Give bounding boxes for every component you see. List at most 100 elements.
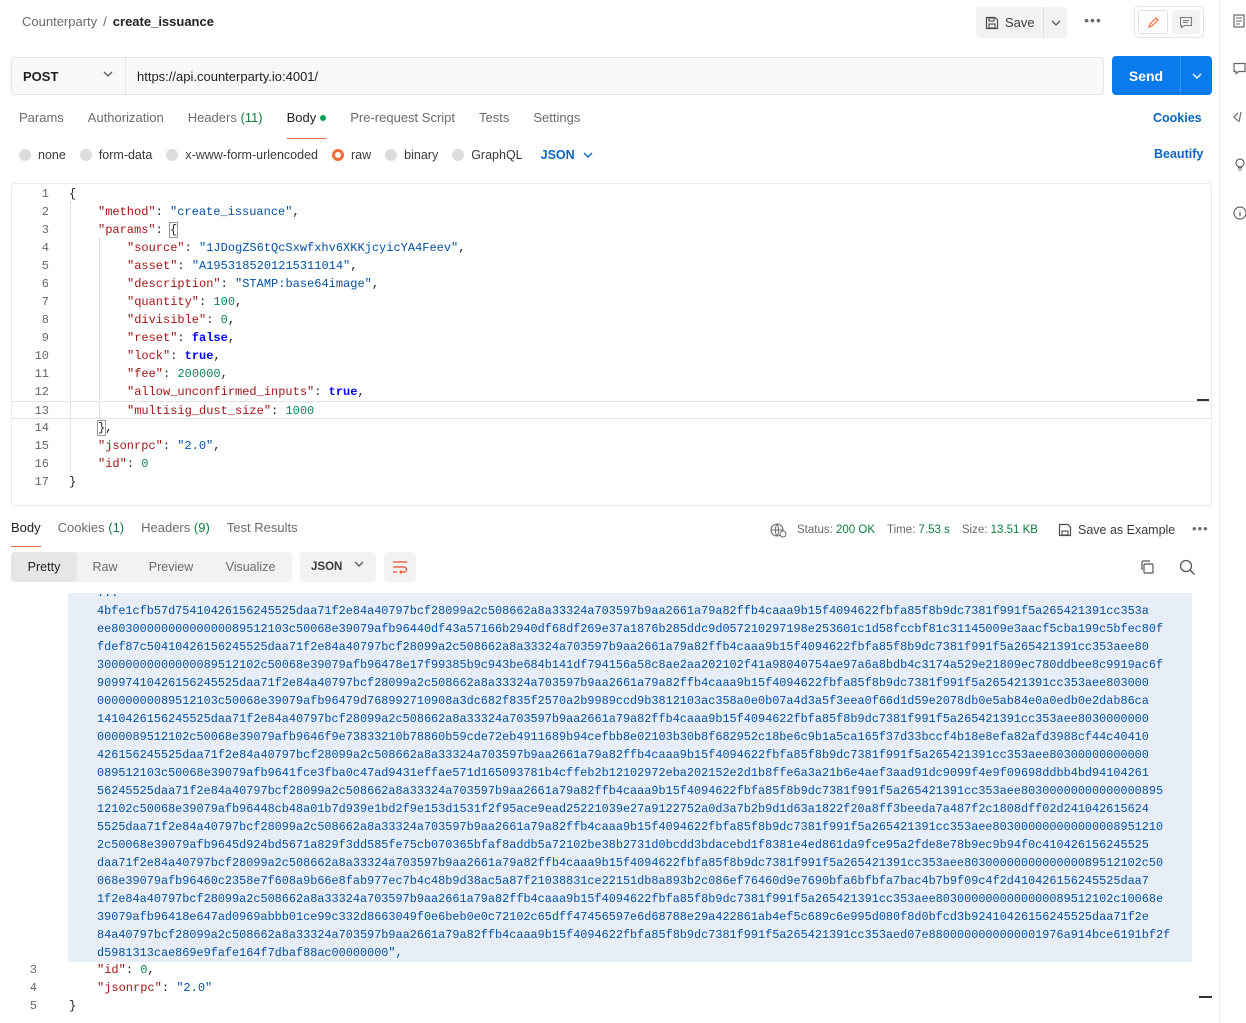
code-line: 6 "description": "STAMP:base64image", [12,275,1211,293]
send-options-button[interactable] [1180,56,1212,95]
response-format-select[interactable]: JSON [300,552,376,582]
code-line: 14}, [12,419,1211,437]
response-hex-line: 068e39079afb96460c2358e7f608a9b66e8fab97… [97,874,1149,888]
json-key: "params" [98,223,156,237]
comment-mode-button[interactable] [1172,10,1200,34]
lightbulb-icon[interactable] [1233,158,1246,172]
line-number: 4 [29,981,37,995]
body-type-graphql[interactable]: GraphQL [452,148,523,162]
line-number: 1 [41,187,49,201]
json-key: "asset" [127,259,178,273]
search-icon[interactable] [1179,559,1196,576]
code-line: 3 "params": { [12,221,1211,239]
tab-authorization[interactable]: Authorization [88,110,164,130]
body-type-none[interactable]: none [19,148,66,162]
tab-settings[interactable]: Settings [533,110,580,130]
status-readout: Status: 200 OK [797,524,875,536]
response-tab-headers[interactable]: Headers (9) [141,520,210,540]
code-line: 10 "lock": true, [12,347,1211,365]
code-text: "method": "create_issuance", [98,205,300,219]
body-format-value: JSON [540,148,575,162]
status-label: Status: [797,524,833,536]
response-hex-line: daa71f2e84a40797bcf28099a2c508662a8a3332… [97,856,1164,870]
view-raw[interactable]: Raw [77,552,133,582]
view-preview[interactable]: Preview [133,552,209,582]
line-number: 11 [34,367,49,381]
code-line: 1{ [12,185,1211,203]
code-text: "divisible": 0, [127,313,236,327]
body-format-select[interactable]: JSON [541,148,593,162]
copy-icon[interactable] [1139,559,1155,575]
wrap-lines-icon [393,561,408,574]
tab-tests[interactable]: Tests [479,110,509,130]
document-icon[interactable] [1233,14,1246,28]
chevron-down-icon [1051,20,1060,26]
body-type-urlencoded[interactable]: x-www-form-urlencoded [166,148,318,162]
save-button[interactable]: Save [976,7,1043,38]
response-tab-body[interactable]: Body [11,520,41,547]
json-key: "allow_unconfirmed_inputs" [127,385,315,399]
comments-icon[interactable] [1233,62,1246,76]
response-more-button[interactable]: ••• [1192,521,1209,536]
send-button-group: Send [1112,56,1212,95]
json-key: "lock" [127,349,171,363]
code-text: "asset": "A195318520121531101​4", [127,259,358,273]
json-key: "id" [98,457,127,471]
tab-count: (11) [240,110,263,125]
method-select[interactable]: POST [11,57,126,95]
radio-icon [79,149,92,161]
response-tab-test-results[interactable]: Test Results [227,520,298,540]
save-as-example-button[interactable]: Save as Example [1058,523,1175,537]
send-button[interactable]: Send [1112,56,1180,95]
url-input[interactable] [126,57,1104,95]
code-line: 3 "id": 0, [0,961,1219,979]
code-text: { [69,187,77,201]
tab-headers[interactable]: Headers (11) [188,110,263,130]
breadcrumb-request[interactable]: create_issuance [113,14,214,29]
radio-label: x-www-form-urlencoded [185,148,318,162]
response-body-viewer[interactable]: ... 4bfe1cfb57d75410426156245525daa71f2e8… [0,593,1219,1023]
json-value: "1JDogZS6tQcSxwfxhv6XKKjcyicYA4Feev" [199,241,459,255]
code-line: 9 "reset": false, [12,329,1211,347]
tab-body[interactable]: Body [286,110,327,139]
view-visualize[interactable]: Visualize [209,552,292,582]
info-icon[interactable] [1233,206,1246,220]
radio-label: raw [351,148,372,162]
radio-label: none [38,148,66,162]
radio-icon [452,149,465,161]
beautify-button[interactable]: Beautify [1154,147,1203,161]
body-type-raw[interactable]: raw [332,148,371,162]
wrap-lines-button[interactable] [384,552,416,582]
line-number: 5 [29,999,37,1013]
code-text: "id": 0, [97,963,155,977]
breadcrumb: Counterparty / create_issuance [22,14,214,29]
response-tab-cookies[interactable]: Cookies (1) [58,520,124,540]
tab-params[interactable]: Params [19,110,64,130]
code-line: 5} [0,997,1219,1015]
chevron-down-icon [354,561,364,567]
code-line: 12 "allow_unconfirmed_inputs": true, [12,383,1211,401]
globe-icon[interactable] [769,522,787,538]
breadcrumb-collection[interactable]: Counterparty [22,14,97,29]
code-icon[interactable] [1233,110,1246,124]
json-value: true [184,349,214,363]
size-value: 13.51 KB [990,524,1038,536]
view-pretty[interactable]: Pretty [11,552,77,582]
comment-icon [1179,16,1193,29]
response-hex-line: 84a40797bcf28099a2c508662a8a33324a703597… [97,928,1171,942]
body-type-binary[interactable]: binary [385,148,438,162]
right-sidebar [1219,0,1246,1023]
cookies-link[interactable]: Cookies [1153,111,1202,125]
edit-mode-button[interactable] [1138,10,1168,34]
radio-icon [166,149,179,161]
save-options-button[interactable] [1043,7,1067,38]
modified-dot-icon [320,114,327,121]
code-text: "source": "1JDogZS6tQcSxwfxhv6XKKjcyicYA… [127,241,466,255]
response-scroll-marker [1199,996,1212,998]
body-type-form-data[interactable]: form-data [79,148,152,162]
request-body-editor[interactable]: 1{ 2 "method": "create_issuance", 3 "param… [11,183,1212,506]
more-actions-button[interactable]: ••• [1081,12,1105,32]
response-hex-line: 30000000000000089512102c50068e39079afb96… [97,658,1164,672]
save-example-label: Save as Example [1077,523,1176,537]
tab-pre-request-script[interactable]: Pre-request Script [350,110,455,130]
